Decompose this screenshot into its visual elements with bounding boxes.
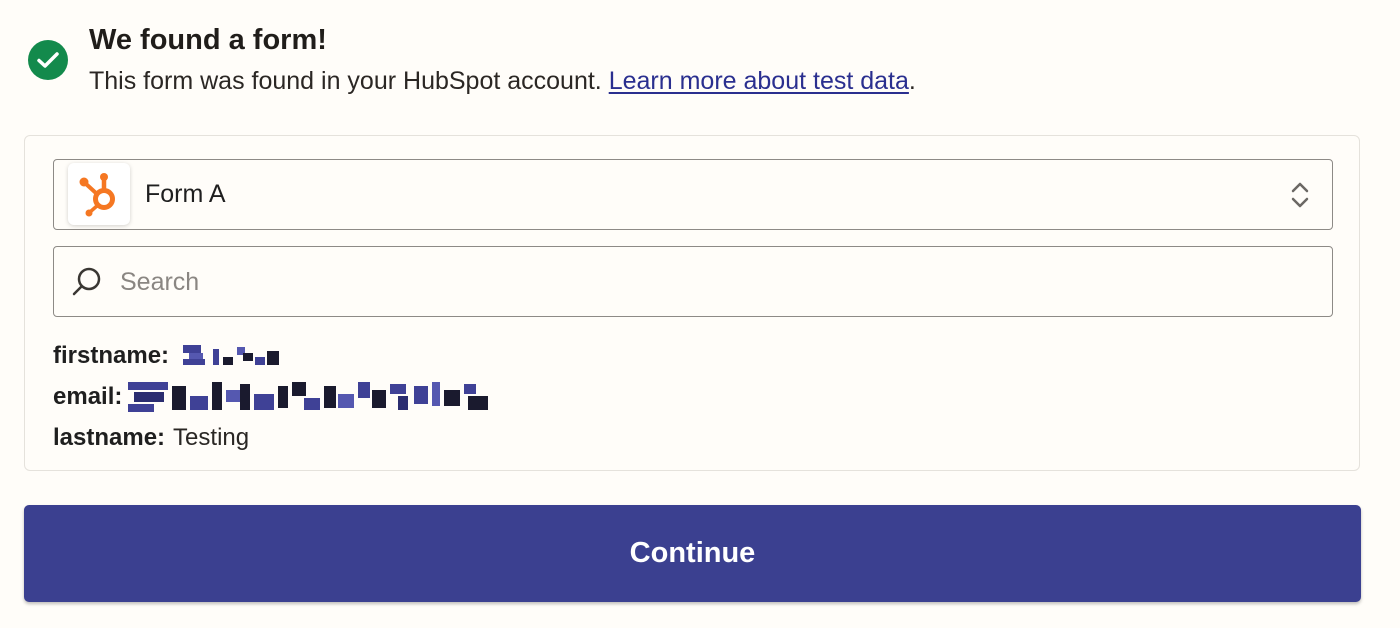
search-input[interactable]	[118, 261, 1302, 303]
continue-button[interactable]: Continue	[24, 505, 1361, 602]
form-select[interactable]: Form A	[53, 159, 1333, 230]
banner-title: We found a form!	[89, 24, 327, 56]
banner-period: .	[908, 67, 916, 95]
redacted-value	[128, 380, 494, 414]
success-banner: We found a form! This form was found in …	[28, 22, 916, 98]
field-row-lastname: lastname: Testing	[53, 417, 494, 458]
test-data-card: Form A firstname:	[24, 135, 1360, 471]
banner-description: This form was found in your HubSpot acco…	[89, 64, 916, 98]
field-key: firstname:	[53, 341, 170, 369]
banner-text: We found a form! This form was found in …	[89, 22, 916, 98]
test-data-fields: firstname: email: lastname: Testing	[53, 335, 494, 458]
search-box[interactable]	[53, 246, 1333, 317]
hubspot-icon	[68, 163, 130, 225]
check-circle-icon	[28, 40, 68, 80]
form-select-value: Form A	[145, 180, 226, 208]
field-row-email: email:	[53, 376, 494, 417]
learn-more-link[interactable]: Learn more about test data	[609, 67, 909, 95]
field-key: lastname:	[53, 423, 166, 451]
up-down-chevron-icon	[1290, 180, 1310, 215]
search-icon	[70, 265, 104, 304]
field-key: email:	[53, 382, 123, 410]
field-value: Testing	[173, 423, 250, 451]
banner-description-text: This form was found in your HubSpot acco…	[89, 67, 609, 95]
redacted-value	[179, 343, 283, 369]
field-row-firstname: firstname:	[53, 335, 494, 376]
